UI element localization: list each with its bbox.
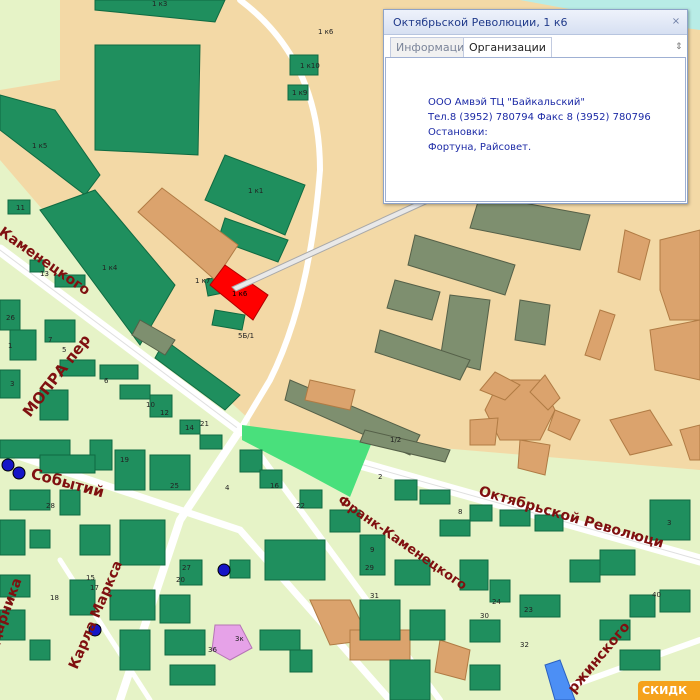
building[interactable] [29, 639, 51, 661]
building-number-label: 9 [370, 546, 374, 554]
popup-body: ООО Амвэй ТЦ "Байкальский" Тел.8 (3952) … [385, 57, 686, 202]
chevron-updown-icon[interactable]: ⇕ [675, 42, 683, 52]
building-number-label: 1 к7 [195, 277, 210, 285]
building-number-label: 1 к3 [152, 0, 167, 8]
building-number-label: 36 [208, 646, 217, 654]
building[interactable] [569, 559, 601, 583]
building[interactable] [659, 229, 700, 321]
building-number-label: 29 [365, 564, 374, 572]
building[interactable] [649, 319, 700, 381]
building[interactable] [159, 594, 191, 624]
building-number-label: 18 [50, 594, 59, 602]
info-popup[interactable]: Октябрьской Революции, 1 к6 × Информация… [383, 9, 688, 204]
building-number-label: 14 [185, 424, 194, 432]
building[interactable] [79, 524, 111, 556]
building-number-label: 1/2 [390, 436, 401, 444]
organization-stops-label: Остановки: [428, 127, 488, 138]
building[interactable] [394, 479, 418, 501]
building-number-label: 6 [104, 377, 109, 385]
building[interactable] [619, 649, 661, 671]
building[interactable] [239, 449, 263, 473]
building[interactable] [409, 609, 446, 641]
building[interactable] [264, 539, 326, 581]
building[interactable] [659, 589, 691, 613]
building-number-label: 19 [120, 456, 129, 464]
building-number-label: 3 [10, 380, 14, 388]
building-number-label: 40 [652, 591, 661, 599]
building[interactable] [119, 519, 166, 566]
building-number-label: 2 [378, 473, 382, 481]
building-number-label: 5Б/1 [238, 332, 254, 340]
bus-stop-icon [1, 458, 15, 472]
building[interactable] [119, 629, 151, 671]
building-number-label: 1 к1 [248, 187, 263, 195]
building-number-label: 10 [146, 401, 155, 409]
building-number-label: 1 к9 [292, 89, 307, 97]
building-number-label: 7 [48, 336, 52, 344]
building[interactable] [9, 489, 51, 511]
building-number-label: 31 [370, 592, 379, 600]
building-number-label: 22 [296, 502, 305, 510]
highlight-label: 1 к6 [232, 290, 248, 298]
building-number-label: 1 к5 [32, 142, 47, 150]
building[interactable] [389, 659, 431, 700]
building-number-label: 1 к4 [102, 264, 118, 272]
building-number-label: 21 [200, 420, 209, 428]
building[interactable] [109, 589, 156, 621]
building[interactable] [229, 559, 251, 579]
building-number-label: 1 [8, 342, 12, 350]
building[interactable] [259, 629, 301, 651]
building-number-label: 16 [270, 482, 279, 490]
building[interactable] [517, 439, 551, 476]
building-number-label: 3 [667, 519, 671, 527]
building[interactable] [419, 489, 451, 505]
building-number-label: 23 [524, 606, 533, 614]
building[interactable] [164, 629, 206, 656]
building[interactable] [199, 434, 223, 450]
building-number-label: 3к [235, 635, 244, 643]
building-number-label: 25 [170, 482, 179, 490]
organization-info: ООО Амвэй ТЦ "Байкальский" Тел.8 (3952) … [428, 95, 651, 155]
discount-badge[interactable]: СКИДК [638, 681, 700, 700]
building[interactable] [469, 417, 499, 446]
building-number-label: 4 [225, 484, 230, 492]
building-number-label: 1 к10 [300, 62, 320, 70]
building[interactable] [0, 519, 26, 556]
building-number-label: 26 [6, 314, 15, 322]
close-icon[interactable]: × [671, 17, 681, 27]
building[interactable] [469, 619, 501, 643]
organization-stops: Фортуна, Райсовет. [428, 142, 532, 153]
bus-stop-icon [12, 466, 26, 480]
residential-zone-north [0, 0, 60, 90]
building[interactable] [9, 329, 37, 361]
building[interactable] [514, 299, 551, 346]
organization-name[interactable]: ООО Амвэй ТЦ "Байкальский" [428, 95, 651, 110]
building-number-label: 27 [182, 564, 191, 572]
building[interactable] [439, 519, 471, 537]
building-number-label: 12 [160, 409, 169, 417]
building-number-label: 11 [16, 204, 25, 212]
building-number-label: 8 [458, 508, 462, 516]
bus-stop-icon [217, 563, 231, 577]
building[interactable] [29, 529, 51, 549]
building[interactable] [359, 599, 401, 641]
building[interactable] [469, 664, 501, 691]
building[interactable] [119, 384, 151, 400]
building-stadium[interactable] [94, 44, 201, 156]
building[interactable] [169, 664, 216, 686]
building-number-label: 30 [480, 612, 489, 620]
tab-organizations[interactable]: Организации [463, 37, 552, 57]
building-number-label: 32 [520, 641, 529, 649]
building[interactable] [469, 504, 493, 522]
building-number-label: 1 к6 [318, 28, 334, 36]
building[interactable] [599, 549, 636, 576]
popup-title: Октябрьской Революции, 1 к6 [384, 10, 687, 35]
building-number-label: 15 [86, 574, 95, 582]
building-number-label: 24 [492, 598, 501, 606]
building-number-label: 20 [176, 576, 185, 584]
building[interactable] [289, 649, 313, 673]
organization-phone: Тел.8 (3952) 780794 Факс 8 (3952) 780796 [428, 112, 651, 123]
building-number-label: 28 [46, 502, 55, 510]
